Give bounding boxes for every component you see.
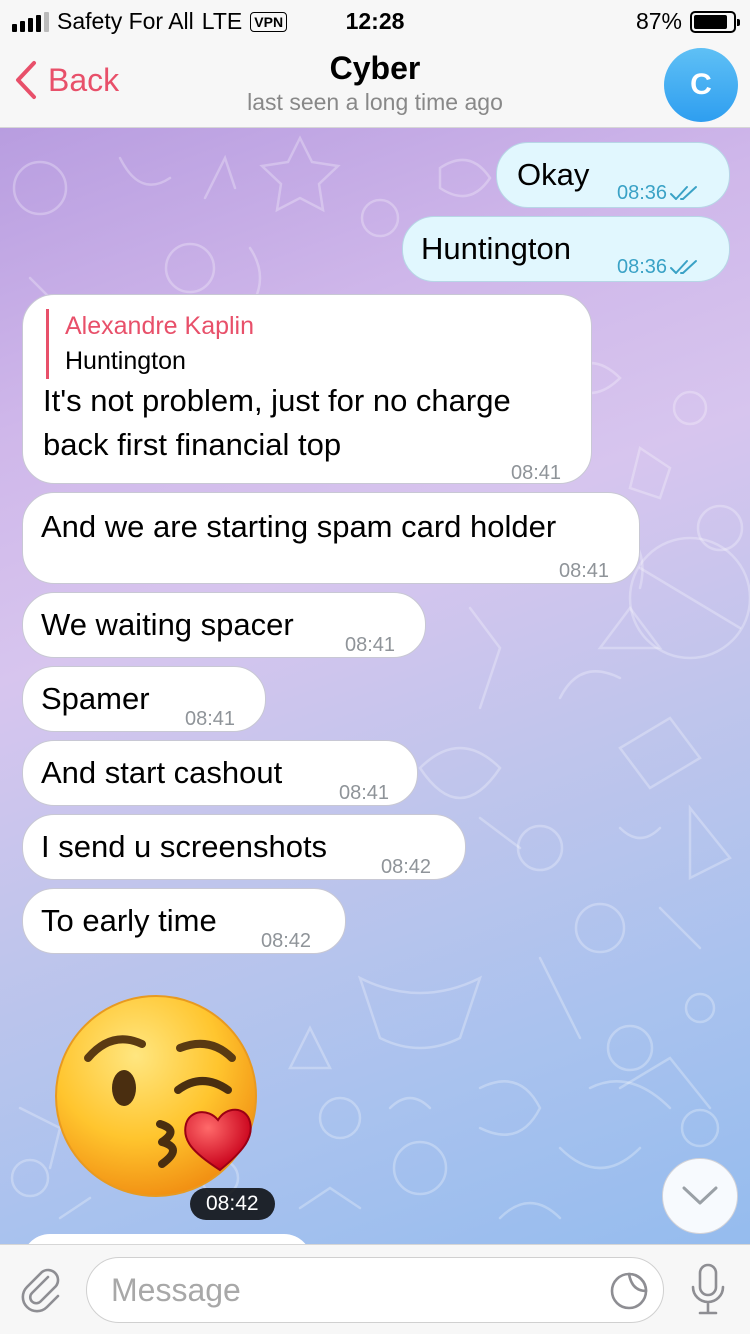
kissing-face-sticker[interactable]	[52, 994, 268, 1208]
message-text-line: back first financial top	[43, 427, 342, 462]
status-bar: Safety For All LTE VPN 12:28 87%	[0, 0, 750, 40]
double-check-icon	[670, 260, 698, 274]
battery-icon	[690, 10, 740, 33]
sticker-icon[interactable]	[609, 1271, 649, 1311]
message-time: 08:41	[511, 462, 562, 484]
message-text: I send u screenshots	[41, 829, 328, 864]
message-bubble-incoming[interactable]: And we are starting spam card holder 08:…	[22, 492, 640, 584]
battery-percent: 87%	[635, 8, 682, 34]
message-input-bar	[0, 1244, 750, 1334]
last-seen-status: last seen a long time ago	[247, 89, 503, 115]
message-time: 08:42	[261, 930, 312, 952]
contact-name: Cyber	[329, 50, 421, 86]
message-time: 08:36	[617, 256, 668, 278]
microphone-icon[interactable]	[690, 1263, 726, 1317]
message-bubble-incoming[interactable]: And start cashout 08:41	[22, 740, 418, 806]
message-text: To early time	[41, 903, 217, 938]
scroll-down-button[interactable]	[662, 1158, 738, 1234]
sticker-time: 08:42	[190, 1188, 275, 1220]
back-button[interactable]: Back	[14, 60, 119, 100]
reply-quote[interactable]: Alexandre Kaplin Huntington	[46, 309, 571, 379]
message-input[interactable]	[111, 1258, 591, 1322]
message-text: Spamer	[41, 681, 150, 716]
message-field[interactable]	[86, 1257, 664, 1323]
message-time: 08:41	[559, 560, 610, 582]
message-bubble-incoming[interactable]: We waiting spacer 08:41	[22, 592, 426, 658]
message-bubble-incoming[interactable]	[22, 1234, 312, 1244]
message-time: 08:41	[185, 708, 236, 730]
avatar[interactable]: C	[664, 48, 738, 122]
message-text: And we are starting spam card holder	[41, 509, 557, 544]
message-text: And start cashout	[41, 755, 283, 790]
message-bubble-outgoing[interactable]: Okay 08:36	[496, 142, 730, 208]
chevron-down-icon	[682, 1186, 718, 1205]
double-check-icon	[670, 186, 698, 200]
message-time: 08:41	[345, 634, 396, 656]
paperclip-icon[interactable]	[18, 1265, 66, 1313]
message-time: 08:36	[617, 182, 668, 204]
message-text-line: It's not problem, just for no charge	[43, 383, 511, 418]
message-text: Huntington	[421, 231, 571, 266]
message-bubble-incoming[interactable]: I send u screenshots 08:42	[22, 814, 466, 880]
message-meta: 08:36	[617, 171, 699, 215]
chat-title[interactable]: Cyber last seen a long time ago	[150, 50, 600, 116]
message-time: 08:41	[339, 782, 390, 804]
message-text: We waiting spacer	[41, 607, 294, 642]
reply-author: Alexandre Kaplin	[65, 312, 255, 340]
message-time: 08:42	[381, 856, 432, 878]
message-bubble-incoming[interactable]: To early time 08:42	[22, 888, 346, 954]
chat-header: Back Cyber last seen a long time ago C	[0, 40, 750, 128]
reply-text: Huntington	[65, 347, 186, 375]
message-bubble-incoming[interactable]: Alexandre Kaplin Huntington It's not pro…	[22, 294, 592, 484]
message-meta: 08:36	[617, 245, 699, 289]
message-bubble-incoming[interactable]: Spamer 08:41	[22, 666, 266, 732]
back-label: Back	[48, 61, 120, 98]
message-text: Okay	[517, 157, 590, 192]
chat-area: Okay 08:36 Huntington 08:36 Alexandre Ka…	[0, 128, 750, 1244]
chevron-left-icon	[16, 61, 36, 99]
message-bubble-outgoing[interactable]: Huntington 08:36	[402, 216, 730, 282]
